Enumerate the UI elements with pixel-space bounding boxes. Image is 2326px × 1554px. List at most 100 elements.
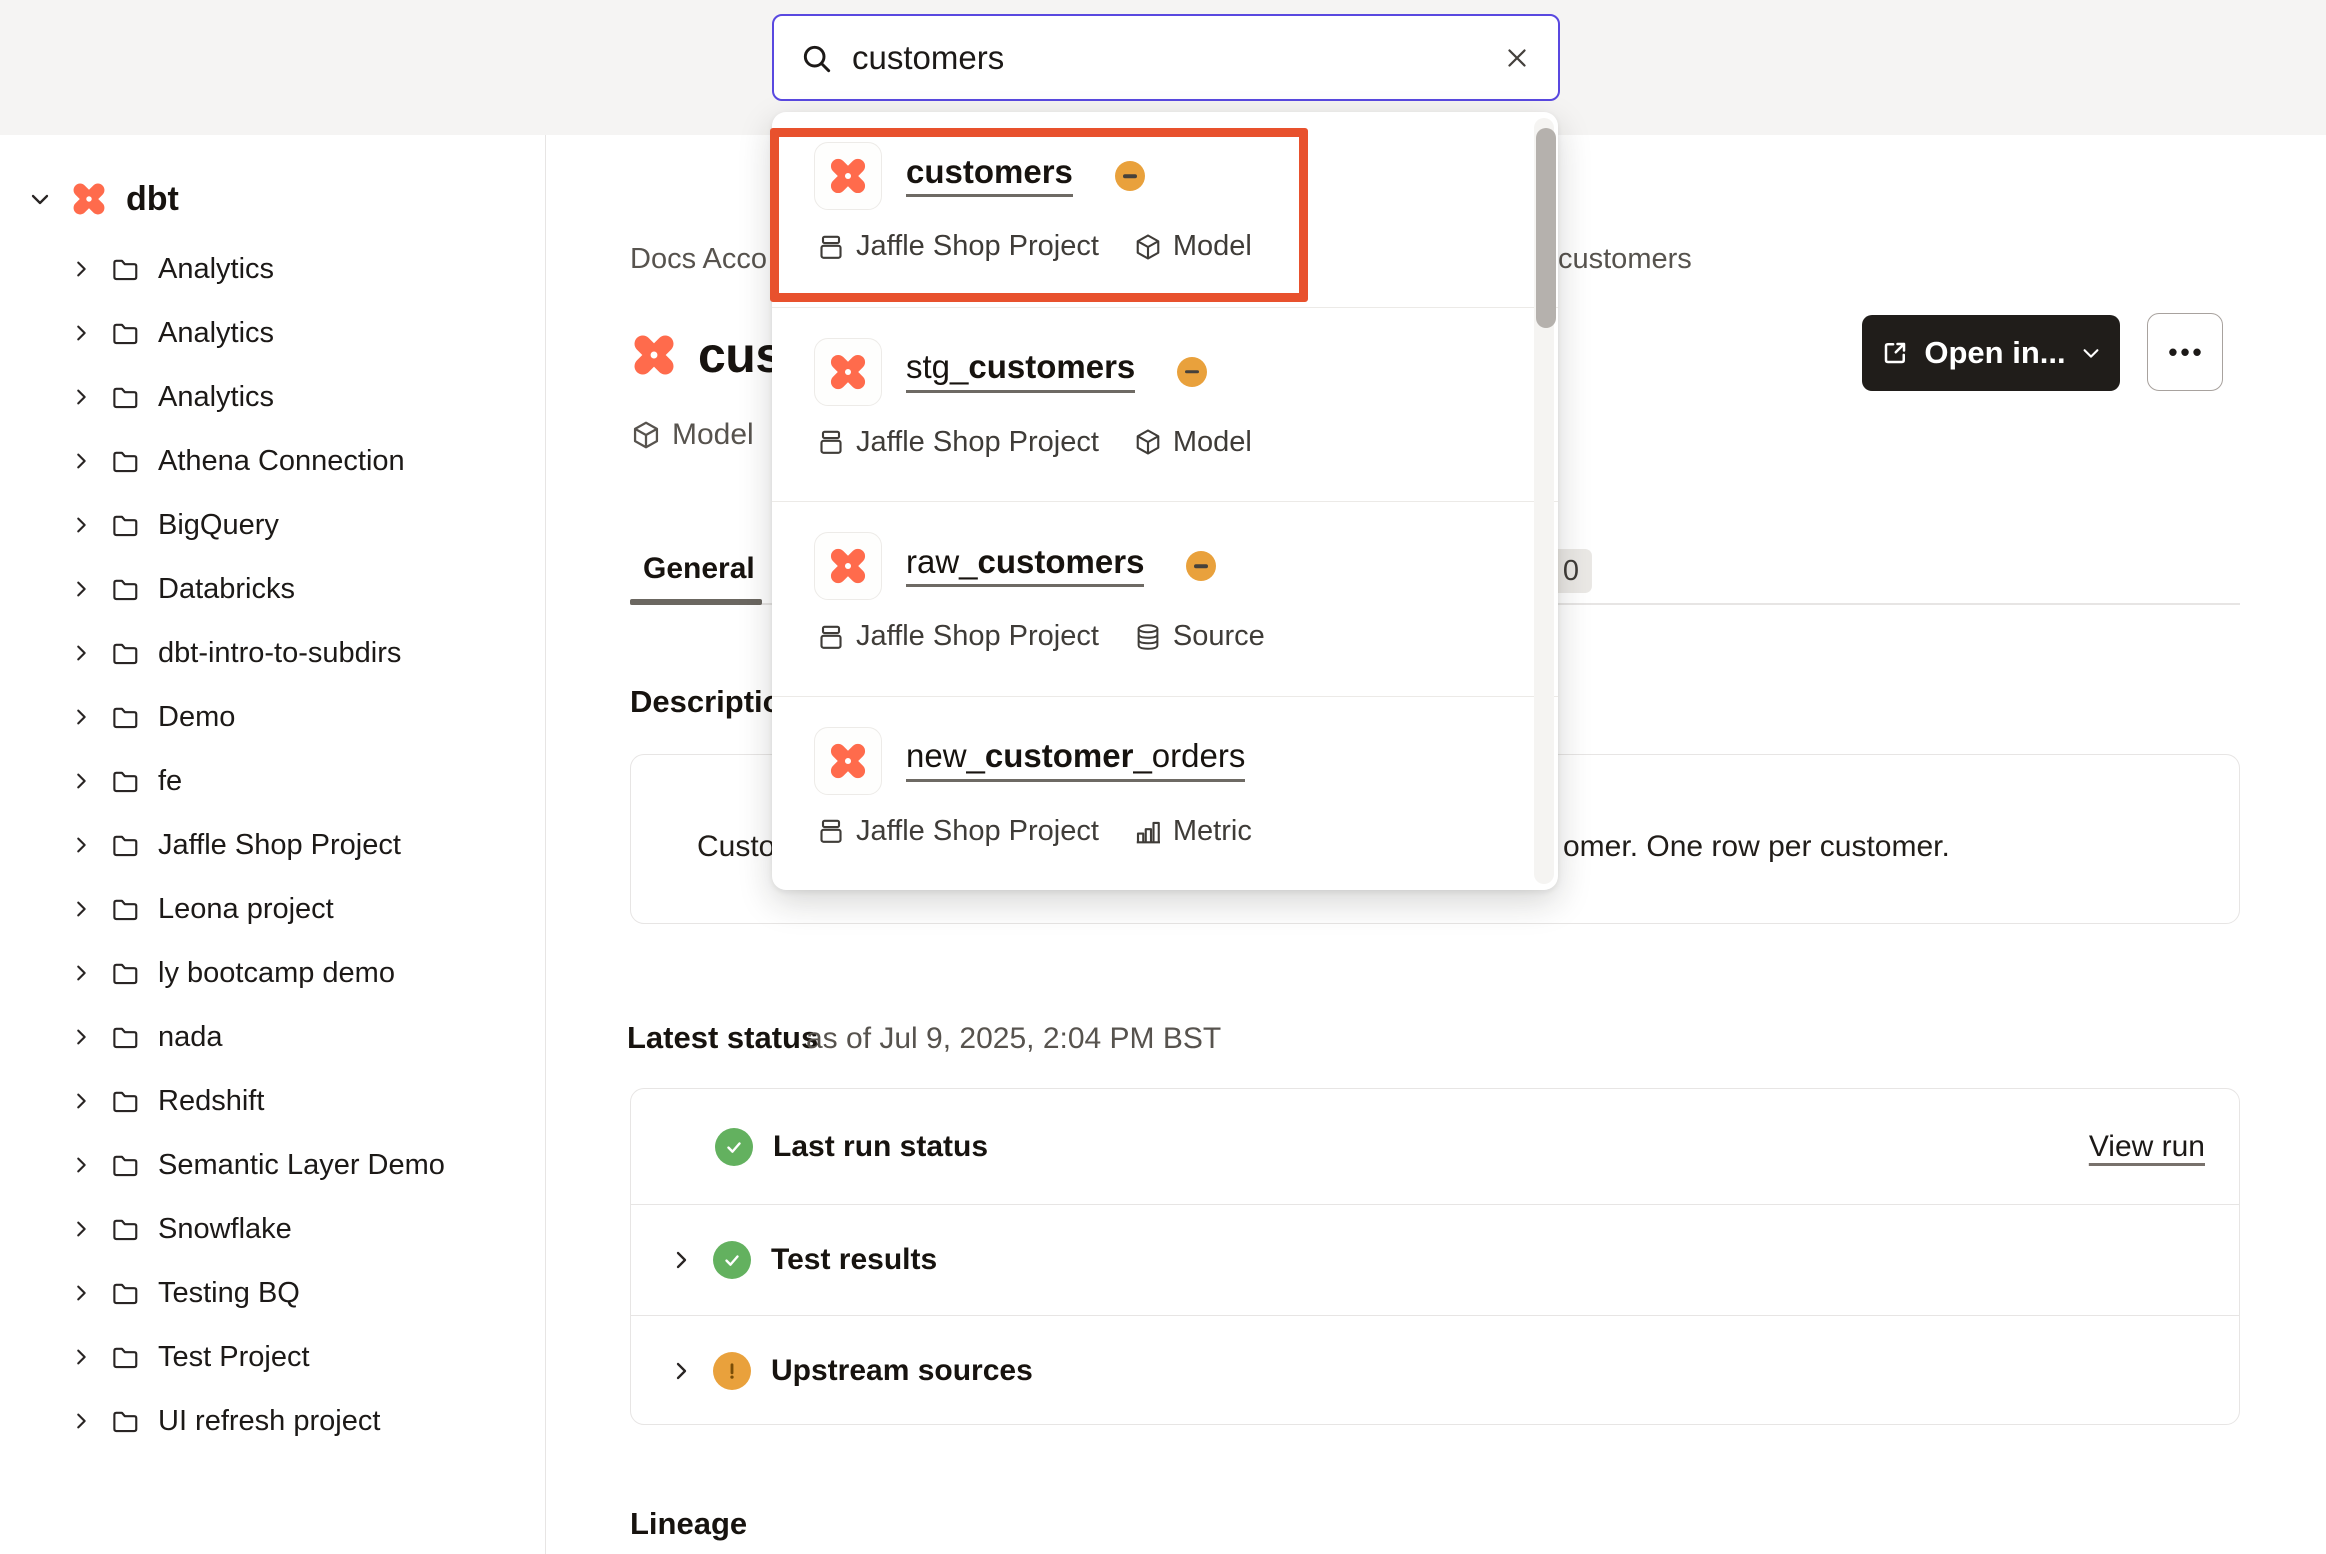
result-name-link[interactable]: stg_customers: [906, 350, 1135, 393]
chevron-right-icon[interactable]: [70, 450, 92, 472]
sidebar-item-ui-refresh-project[interactable]: UI refresh project: [0, 1389, 545, 1453]
sidebar-item-demo[interactable]: Demo: [0, 685, 545, 749]
sidebar-item-snowflake[interactable]: Snowflake: [0, 1197, 545, 1261]
chevron-right-icon[interactable]: [70, 1282, 92, 1304]
more-icon: •••: [2168, 337, 2204, 368]
chevron-right-icon[interactable]: [70, 258, 92, 280]
sidebar-item-label: dbt-intro-to-subdirs: [158, 637, 401, 670]
dbt-logo-icon: [70, 180, 108, 218]
tab-general[interactable]: General: [643, 552, 755, 586]
chevron-down-icon: [2080, 342, 2102, 364]
sidebar-item-label: Snowflake: [158, 1213, 292, 1246]
folder-icon: [110, 1278, 140, 1308]
dbt-explorer-app: dbt Analytics Analytics Analytics Athena…: [0, 0, 2326, 1554]
search-result-new-customer-orders[interactable]: new_customer_orders Jaffle Shop Project …: [772, 696, 1558, 891]
folder-icon: [110, 766, 140, 796]
chevron-right-icon[interactable]: [70, 1346, 92, 1368]
chevron-right-icon[interactable]: [70, 898, 92, 920]
status-row-upstream-sources[interactable]: Upstream sources: [631, 1315, 2239, 1425]
warning-circle-icon: [713, 1352, 751, 1390]
sidebar-item-bigquery[interactable]: BigQuery: [0, 493, 545, 557]
sidebar-item-label: Athena Connection: [158, 445, 405, 478]
folder-icon: [110, 638, 140, 668]
chevron-right-icon[interactable]: [70, 706, 92, 728]
chevron-right-icon[interactable]: [70, 962, 92, 984]
sidebar-item-athena-connection[interactable]: Athena Connection: [0, 429, 545, 493]
search-result-stg-customers[interactable]: stg_customers Jaffle Shop Project Model: [772, 307, 1558, 502]
open-in-label: Open in...: [1924, 335, 2065, 371]
clear-search-icon[interactable]: [1502, 43, 1532, 73]
sidebar-item-label: Analytics: [158, 381, 274, 414]
search-input[interactable]: [852, 39, 1482, 77]
result-name-link[interactable]: raw_customers: [906, 545, 1144, 588]
metric-chart-icon: [1133, 816, 1163, 846]
chevron-right-icon[interactable]: [70, 642, 92, 664]
result-project-label: Jaffle Shop Project: [856, 620, 1099, 653]
sidebar-project-tree: dbt Analytics Analytics Analytics Athena…: [0, 135, 546, 1554]
result-name-link[interactable]: new_customer_orders: [906, 739, 1245, 782]
project-archive-icon: [816, 816, 846, 846]
sidebar-root-dbt[interactable]: dbt: [0, 167, 545, 231]
chevron-right-icon[interactable]: [70, 1154, 92, 1176]
chevron-right-icon[interactable]: [70, 1410, 92, 1432]
chevron-right-icon[interactable]: [70, 386, 92, 408]
sidebar-item-label: ly bootcamp demo: [158, 957, 395, 990]
dropdown-scrollbar-thumb[interactable]: [1536, 128, 1556, 328]
chevron-right-icon[interactable]: [669, 1359, 693, 1383]
lineage-heading: Lineage: [630, 1506, 747, 1542]
status-row-label: Test results: [771, 1243, 937, 1277]
sidebar-item-databricks[interactable]: Databricks: [0, 557, 545, 621]
page-title: cus: [698, 326, 783, 384]
status-row-label: Upstream sources: [771, 1354, 1033, 1388]
sidebar-item-label: Test Project: [158, 1341, 310, 1374]
chevron-right-icon[interactable]: [70, 834, 92, 856]
status-row-label: Last run status: [773, 1130, 988, 1164]
sidebar-item-fe[interactable]: fe: [0, 749, 545, 813]
search-box[interactable]: [772, 14, 1560, 101]
search-result-customers[interactable]: customers Jaffle Shop Project Model: [772, 112, 1558, 307]
chevron-right-icon[interactable]: [70, 514, 92, 536]
chevron-right-icon[interactable]: [70, 1026, 92, 1048]
folder-icon: [110, 510, 140, 540]
chevron-right-icon[interactable]: [669, 1248, 693, 1272]
sidebar-item-leona-project[interactable]: Leona project: [0, 877, 545, 941]
chevron-right-icon[interactable]: [70, 1090, 92, 1112]
sidebar-item-analytics-2[interactable]: Analytics: [0, 301, 545, 365]
chevron-right-icon[interactable]: [70, 322, 92, 344]
sidebar-item-ly-bootcamp-demo[interactable]: ly bootcamp demo: [0, 941, 545, 1005]
more-actions-button[interactable]: •••: [2147, 313, 2223, 391]
open-in-button[interactable]: Open in...: [1862, 315, 2120, 391]
sidebar-item-label: nada: [158, 1021, 223, 1054]
chevron-right-icon[interactable]: [70, 770, 92, 792]
folder-icon: [110, 1086, 140, 1116]
status-row-last-run: Last run status View run: [631, 1089, 2239, 1204]
view-run-link[interactable]: View run: [2089, 1130, 2205, 1164]
status-row-test-results[interactable]: Test results: [631, 1204, 2239, 1315]
sidebar-item-jaffle-shop-project[interactable]: Jaffle Shop Project: [0, 813, 545, 877]
latest-status-heading: Latest status: [627, 1020, 818, 1056]
sidebar-item-analytics-3[interactable]: Analytics: [0, 365, 545, 429]
sidebar-item-testing-bq[interactable]: Testing BQ: [0, 1261, 545, 1325]
folder-icon: [110, 830, 140, 860]
sidebar-item-analytics-1[interactable]: Analytics: [0, 237, 545, 301]
chevron-right-icon[interactable]: [70, 578, 92, 600]
page-title-row: cus: [630, 326, 783, 384]
sidebar-item-test-project[interactable]: Test Project: [0, 1325, 545, 1389]
sidebar-item-redshift[interactable]: Redshift: [0, 1069, 545, 1133]
success-check-icon: [713, 1241, 751, 1279]
sidebar-item-semantic-layer-demo[interactable]: Semantic Layer Demo: [0, 1133, 545, 1197]
result-project-label: Jaffle Shop Project: [856, 230, 1099, 263]
sidebar-item-label: Testing BQ: [158, 1277, 300, 1310]
dbt-logo-chip: [814, 727, 882, 795]
sidebar-item-nada[interactable]: nada: [0, 1005, 545, 1069]
breadcrumb-current: customers: [1558, 243, 1692, 276]
chevron-down-icon[interactable]: [28, 187, 52, 211]
result-type-label: Model: [1173, 230, 1252, 263]
result-name-link[interactable]: customers: [906, 155, 1073, 198]
sidebar-item-label: Demo: [158, 701, 235, 734]
sidebar-item-dbt-intro-to-subdirs[interactable]: dbt-intro-to-subdirs: [0, 621, 545, 685]
dbt-logo-chip: [814, 142, 882, 210]
source-database-icon: [1133, 622, 1163, 652]
chevron-right-icon[interactable]: [70, 1218, 92, 1240]
search-result-raw-customers[interactable]: raw_customers Jaffle Shop Project Source: [772, 501, 1558, 696]
